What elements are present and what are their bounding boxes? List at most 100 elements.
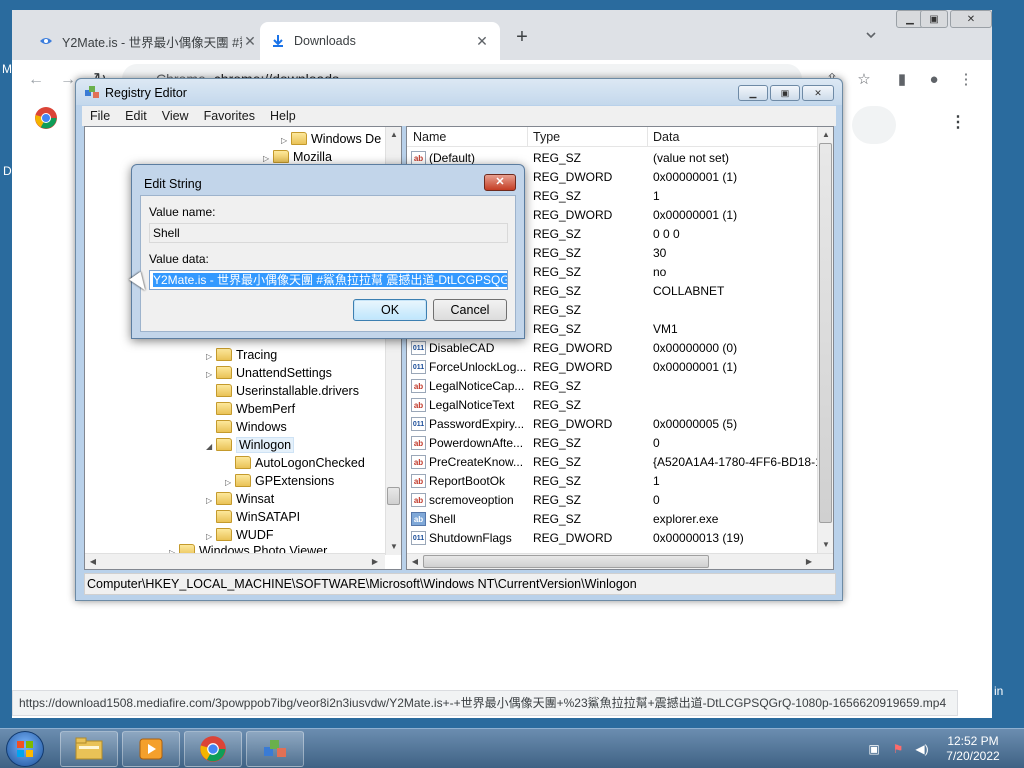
taskbar-explorer[interactable] <box>60 731 118 767</box>
scroll-thumb[interactable] <box>423 555 709 568</box>
scroll-down-arrow-icon[interactable]: ▼ <box>818 537 833 553</box>
value-data-input[interactable]: Y2Mate.is - 世界最小偶像天團 #鯊魚拉拉幫 震撼出道-DtLCGPS… <box>149 270 508 290</box>
taskbar-regedit[interactable] <box>246 731 304 767</box>
value-row[interactable]: ab Shell REG_SZ explorer.exe <box>407 510 819 529</box>
tree-item[interactable]: WbemPerf <box>206 400 295 418</box>
regedit-value-type: REG_SZ <box>533 265 582 279</box>
menu-help[interactable]: Help <box>262 106 303 123</box>
scroll-down-arrow-icon[interactable]: ▼ <box>386 539 401 555</box>
regedit-value-type: REG_SZ <box>533 493 582 507</box>
folder-icon <box>75 737 103 760</box>
maximize-icon[interactable]: ▣ <box>770 85 800 101</box>
clock-date: 7/20/2022 <box>946 749 1000 763</box>
collapse-arrow-icon[interactable]: ◢ <box>206 438 216 456</box>
regedit-value-data: {A520A1A4-1780-4FF6-BD18-16 <box>653 455 823 469</box>
tab-downloads[interactable]: Downloads ✕ <box>260 22 500 60</box>
regedit-value-type: REG_SZ <box>533 189 582 203</box>
value-row[interactable]: ab ReportBootOk REG_SZ 1 <box>407 472 819 491</box>
scroll-right-arrow-icon[interactable]: ▶ <box>801 554 817 569</box>
menu-file[interactable]: File <box>82 106 117 123</box>
tree-item[interactable]: WinSATAPI <box>206 508 300 526</box>
menu-favorites[interactable]: Favorites <box>196 106 262 123</box>
regedit-value-type: REG_SZ <box>533 398 582 412</box>
taskbar-chrome[interactable] <box>184 731 242 767</box>
volume-icon[interactable]: ◀) <box>914 741 930 757</box>
regedit-value-type: REG_SZ <box>533 151 582 165</box>
tab-title: Y2Mate.is - 世界最小偶像天團 #鯊 <box>62 35 242 50</box>
new-tab-icon[interactable]: + <box>512 26 532 49</box>
close-icon[interactable]: ✕ <box>484 174 516 191</box>
column-name[interactable]: Name <box>413 130 446 144</box>
regedit-value-name: ForceUnlockLog... <box>429 360 527 374</box>
ok-button[interactable]: OK <box>353 299 427 321</box>
value-row[interactable]: ab scremoveoption REG_SZ 0 <box>407 491 819 510</box>
scroll-left-arrow-icon[interactable]: ◀ <box>407 554 423 569</box>
tree-item[interactable]: ▷ Winsat <box>206 490 274 508</box>
tree-item[interactable]: ▷ GPExtensions <box>225 472 334 490</box>
menu-view[interactable]: View <box>154 106 196 123</box>
profile-icon[interactable]: ● <box>924 70 944 90</box>
close-window-icon[interactable]: ✕ <box>950 10 992 28</box>
scroll-up-arrow-icon[interactable]: ▲ <box>818 127 833 143</box>
regedit-value-type: REG_SZ <box>533 379 582 393</box>
close-icon[interactable]: ✕ <box>802 85 834 101</box>
tree-horizontal-scrollbar[interactable]: ◀ ▶ <box>85 553 385 569</box>
start-button[interactable] <box>6 731 44 767</box>
reg-string-icon: ab <box>411 379 426 393</box>
side-panel-icon[interactable]: ▮ <box>892 70 912 90</box>
value-row[interactable]: ab PowerdownAfte... REG_SZ 0 <box>407 434 819 453</box>
value-row[interactable]: ab LegalNoticeText REG_SZ <box>407 396 819 415</box>
tree-item[interactable]: Userinstallable.drivers <box>206 382 359 400</box>
value-row[interactable]: 011 ShutdownFlags REG_DWORD 0x00000013 (19) <box>407 529 819 548</box>
tree-item[interactable]: ▷ UnattendSettings <box>206 364 332 382</box>
list-vertical-scrollbar[interactable]: ▲ ▼ <box>817 127 833 553</box>
scroll-right-arrow-icon[interactable]: ▶ <box>367 554 383 569</box>
value-row[interactable]: 011 ForceUnlockLog... REG_DWORD 0x00000001 … <box>407 358 819 377</box>
downloads-search[interactable] <box>852 106 896 144</box>
taskbar-media-player[interactable] <box>122 731 180 767</box>
close-tab-icon[interactable]: ✕ <box>242 33 258 50</box>
value-row[interactable]: ab LegalNoticeCap... REG_SZ <box>407 377 819 396</box>
network-icon[interactable]: ▣ <box>866 741 882 757</box>
folder-icon <box>216 402 232 415</box>
tree-item[interactable]: Windows <box>206 418 287 436</box>
value-row[interactable]: 011 DisableCAD REG_DWORD 0x00000000 (0) <box>407 339 819 358</box>
maximize-icon[interactable]: ▣ <box>920 10 948 28</box>
scroll-thumb[interactable] <box>819 143 832 523</box>
column-type[interactable]: Type <box>533 130 560 144</box>
reg-dword-icon: 011 <box>411 531 426 545</box>
regedit-value-data: 0x00000001 (1) <box>653 170 738 184</box>
list-horizontal-scrollbar[interactable]: ◀ ▶ <box>407 553 833 569</box>
scroll-up-arrow-icon[interactable]: ▲ <box>386 127 401 143</box>
regedit-value-type: REG_DWORD <box>533 341 613 355</box>
regedit-value-type: REG_DWORD <box>533 360 613 374</box>
close-tab-icon[interactable]: ✕ <box>474 33 490 50</box>
minimize-icon[interactable]: ▁ <box>738 85 768 101</box>
menu-edit[interactable]: Edit <box>117 106 154 123</box>
kebab-menu-icon[interactable]: ⋮ <box>956 70 976 90</box>
clock[interactable]: 12:52 PM 7/20/2022 <box>940 734 1006 764</box>
back-arrow-icon[interactable]: ← <box>26 70 46 90</box>
scroll-thumb[interactable] <box>387 487 400 505</box>
cancel-button[interactable]: Cancel <box>433 299 507 321</box>
action-center-icon[interactable]: ⚑ <box>890 741 906 757</box>
chrome-logo-icon <box>34 106 58 130</box>
folder-icon <box>235 456 251 469</box>
tree-item[interactable]: AutoLogonChecked <box>225 454 365 472</box>
downloads-menu-icon[interactable]: ⋮ <box>950 112 966 132</box>
tree-item-winlogon[interactable]: ◢ Winlogon <box>206 436 295 456</box>
star-icon[interactable]: ☆ <box>854 70 874 90</box>
regedit-value-data: 0x00000001 (1) <box>653 208 738 222</box>
value-row[interactable]: 011 PasswordExpiry... REG_DWORD 0x00000005 … <box>407 415 819 434</box>
regedit-value-name: Shell <box>429 512 456 526</box>
column-data[interactable]: Data <box>653 130 679 144</box>
value-row[interactable]: ab PreCreateKnow... REG_SZ {A520A1A4-1780-4… <box>407 453 823 472</box>
folder-icon <box>216 366 232 379</box>
reg-string-icon: ab <box>411 436 426 450</box>
scroll-left-arrow-icon[interactable]: ◀ <box>85 554 101 569</box>
tab-y2mate[interactable]: Y2Mate.is - 世界最小偶像天團 #鯊 ✕ <box>28 22 268 60</box>
tree-item[interactable]: ▷ Tracing <box>206 346 277 364</box>
title-bar[interactable]: Registry Editor ▁ ▣ ✕ <box>76 79 842 105</box>
chevron-down-icon[interactable] <box>864 28 880 44</box>
tree-item[interactable]: ▷ Windows De <box>281 130 381 148</box>
